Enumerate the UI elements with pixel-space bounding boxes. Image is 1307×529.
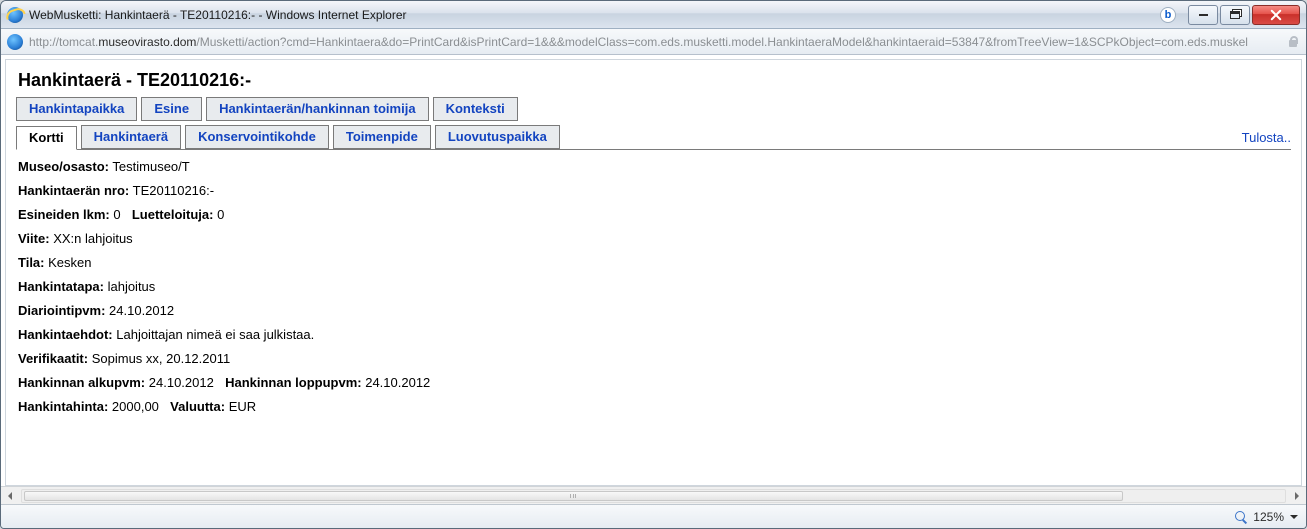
maximize-button[interactable] [1220, 5, 1250, 25]
field-hinta: Hankintahinta: 2000,00 Valuutta: EUR [18, 399, 1289, 414]
field-tapa: Hankintatapa: lahjoitus [18, 279, 1289, 294]
label-loppupvm: Hankinnan loppupvm: [225, 375, 362, 390]
value-valuutta: EUR [229, 399, 256, 414]
value-verifikaatit: Sopimus xx, 20.12.2011 [92, 351, 231, 366]
zoom-icon[interactable] [1235, 511, 1247, 523]
scrollbar-thumb[interactable] [24, 491, 1123, 501]
window-title: WebMusketti: Hankintaerä - TE20110216:- … [29, 8, 1154, 22]
bing-icon[interactable]: b [1160, 7, 1176, 23]
label-hinta: Hankintahinta: [18, 399, 108, 414]
value-lkm: 0 [113, 207, 120, 222]
ie-window: WebMusketti: Hankintaerä - TE20110216:- … [0, 0, 1307, 529]
value-luetteloituja: 0 [217, 207, 224, 222]
lock-icon [1286, 35, 1300, 49]
value-viite: XX:n lahjoitus [53, 231, 133, 246]
field-lkm: Esineiden lkm: 0 Luetteloituja: 0 [18, 207, 1289, 222]
tab-kortti[interactable]: Kortti [16, 126, 77, 150]
label-tila: Tila: [18, 255, 45, 270]
tab-row-secondary: Kortti Hankintaerä Konservointikohde Toi… [16, 125, 1291, 150]
url-domain: museovirasto.dom [98, 35, 196, 49]
tab-esine[interactable]: Esine [141, 97, 202, 121]
field-viite: Viite: XX:n lahjoitus [18, 231, 1289, 246]
label-nro: Hankintaerän nro: [18, 183, 129, 198]
tab-toimenpide[interactable]: Toimenpide [333, 125, 431, 149]
horizontal-scrollbar[interactable] [1, 486, 1306, 504]
print-link[interactable]: Tulosta.. [1242, 130, 1291, 145]
field-nro: Hankintaerän nro: TE20110216:- [18, 183, 1289, 198]
label-luetteloituja: Luetteloituja: [132, 207, 214, 222]
value-hinta: 2000,00 [112, 399, 159, 414]
label-museo: Museo/osasto: [18, 159, 109, 174]
value-nro: TE20110216:- [133, 183, 214, 198]
page-title: Hankintaerä - TE20110216:- [18, 70, 1291, 91]
label-ehdot: Hankintaehdot: [18, 327, 113, 342]
record-fields: Museo/osasto: Testimuseo/T Hankintaerän … [18, 159, 1289, 414]
scroll-right-icon[interactable] [1288, 488, 1304, 504]
value-museo: Testimuseo/T [112, 159, 189, 174]
label-tapa: Hankintatapa: [18, 279, 104, 294]
tab-toimija[interactable]: Hankintaerän/hankinnan toimija [206, 97, 429, 121]
ie-icon [7, 7, 23, 23]
tab-hankintapaikka[interactable]: Hankintapaikka [16, 97, 137, 121]
url-prefix: http://tomcat. [29, 35, 98, 49]
label-valuutta: Valuutta: [170, 399, 225, 414]
minimize-button[interactable] [1188, 5, 1218, 25]
url-field[interactable]: http://tomcat.museovirasto.dom/Musketti/… [29, 35, 1280, 49]
scroll-left-icon[interactable] [3, 488, 19, 504]
content-area: Hankintaerä - TE20110216:- Hankintapaikk… [1, 55, 1306, 504]
url-path: /Musketti/action?cmd=Hankintaera&do=Prin… [196, 35, 1248, 49]
tab-konteksti[interactable]: Konteksti [433, 97, 518, 121]
chevron-down-icon[interactable] [1290, 515, 1298, 519]
field-ehdot: Hankintaehdot: Lahjoittajan nimeä ei saa… [18, 327, 1289, 342]
tab-hankintaera[interactable]: Hankintaerä [81, 125, 181, 149]
field-diariointipvm: Diariointipvm: 24.10.2012 [18, 303, 1289, 318]
label-alkupvm: Hankinnan alkupvm: [18, 375, 145, 390]
zoom-value: 125% [1253, 510, 1284, 524]
label-diariointipvm: Diariointipvm: [18, 303, 105, 318]
titlebar: WebMusketti: Hankintaerä - TE20110216:- … [1, 1, 1306, 29]
close-button[interactable] [1252, 5, 1300, 25]
tab-row-primary: Hankintapaikka Esine Hankintaerän/hankin… [16, 97, 1291, 121]
label-verifikaatit: Verifikaatit: [18, 351, 88, 366]
value-tila: Kesken [48, 255, 91, 270]
page-body: Hankintaerä - TE20110216:- Hankintapaikk… [5, 59, 1302, 486]
window-controls [1188, 5, 1300, 25]
field-verifikaatit: Verifikaatit: Sopimus xx, 20.12.2011 [18, 351, 1289, 366]
tab-luovutuspaikka[interactable]: Luovutuspaikka [435, 125, 560, 149]
label-lkm: Esineiden lkm: [18, 207, 110, 222]
value-alkupvm: 24.10.2012 [149, 375, 214, 390]
status-bar: 125% [1, 504, 1306, 528]
value-tapa: lahjoitus [108, 279, 156, 294]
value-loppupvm: 24.10.2012 [365, 375, 430, 390]
field-alkupvm: Hankinnan alkupvm: 24.10.2012 Hankinnan … [18, 375, 1289, 390]
address-bar: http://tomcat.museovirasto.dom/Musketti/… [1, 29, 1306, 55]
value-diariointipvm: 24.10.2012 [109, 303, 174, 318]
tab-konservointikohde[interactable]: Konservointikohde [185, 125, 329, 149]
value-ehdot: Lahjoittajan nimeä ei saa julkistaa. [116, 327, 314, 342]
scrollbar-track[interactable] [21, 489, 1286, 503]
field-museo: Museo/osasto: Testimuseo/T [18, 159, 1289, 174]
ie-favicon-icon [7, 34, 23, 50]
field-tila: Tila: Kesken [18, 255, 1289, 270]
label-viite: Viite: [18, 231, 50, 246]
